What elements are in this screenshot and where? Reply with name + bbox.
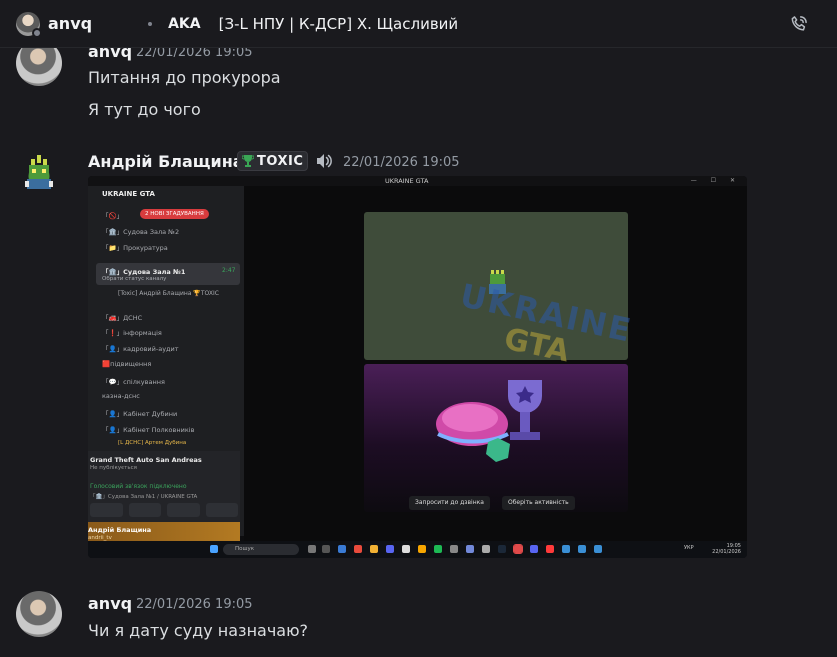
invite-to-call-button: Запросити до дзвінка [409,496,490,510]
voice-status: Голосовий зв'язок підключено [90,483,187,490]
app-icon [370,545,378,553]
app-icon [338,545,346,553]
app-icon [530,545,538,553]
app-icon [450,545,458,553]
taskbar-search: Пошук [223,544,299,555]
header-user-name[interactable]: anvq [48,14,92,33]
system-clock: 19:05 22/01/2026 [712,543,741,555]
message-author[interactable]: anvq [88,594,132,613]
channel-item: 「🚫」 [102,212,124,220]
app-icon [386,545,394,553]
message-text: Питання до прокурора [88,68,281,87]
phone-call-icon[interactable] [789,14,809,34]
channel-item: 「🏛️」Судова Зала №1 [102,268,186,276]
channel-item: 「🏛️」Судова Зала №2 [102,228,180,236]
voice-location: 「🏛️」Судова Зала №1 / UKRAINE GTA [90,494,198,500]
channel-item: 「💬」спілкування [102,378,165,386]
app-icon [402,545,410,553]
app-icon [466,545,474,553]
voice-member: [L ДСНС] Артем Дубина [118,440,187,446]
channel-item: 「👤」Кабінет Дубини [102,410,178,418]
choose-activity-button: Оберіть активність [502,496,575,510]
screen-share-button [128,503,161,517]
speaker-icon [317,154,332,168]
app-icon [546,545,554,553]
window-title: UKRAINE GTA [385,177,429,185]
guild-tag-badge[interactable]: TOXIC [237,151,309,171]
app-icon [418,545,426,553]
guild-tag-text: TOXIC [257,153,304,169]
category-item: 「🚒」ДСНС [102,314,143,322]
camera-button [90,503,123,517]
message-text: Чи я дату суду назначаю? [88,621,309,640]
activity-button [167,503,200,517]
trophy-icon [242,155,254,167]
message-avatar[interactable] [16,151,62,197]
activity-tile [364,364,628,512]
app-icon [513,544,523,554]
clock-date: 22/01/2026 [712,549,741,555]
channel-item: 🟥підвищення [102,360,152,368]
dm-header: anvq AKA [З-L НПУ | К-ДСР] Х. Щасливий [0,0,837,48]
language-indicator: УКР [684,545,694,551]
separator-dot [148,21,153,26]
window-controls: — ☐ ✕ [690,177,741,184]
taskbar: Пошук УКР 19:05 22/01/2026 [88,541,747,558]
app-icon [482,545,490,553]
soundboard-button [205,503,238,517]
start-icon [210,545,218,553]
voice-timer: 2:47 [222,267,236,274]
aka-label: AKA [168,15,201,32]
game-title: Grand Theft Auto San Andreas [90,456,202,464]
aka-nickname: [З-L НПУ | К-ДСР] Х. Щасливий [218,14,459,33]
app-icon [354,545,362,553]
channel-sidebar: UKRAINE GTA 2 НОВІ ЗГАДУВАННЯ 「🚫」 「🏛️」Су… [88,186,244,546]
app-icon [322,545,330,553]
message-timestamp: 22/01/2026 19:05 [136,597,253,612]
channel-item: 「👤」кадровий-аудит [102,345,179,353]
app-icon [578,545,586,553]
voice-member: [Toxic] Андрій Блащина 🏆TOXIC [118,290,219,297]
channel-item: 「❗」інформація [102,329,162,337]
app-icon [594,545,602,553]
channel-item: 「📁」Прокуратура [102,244,168,252]
call-stage: UKRAINE GTA Запросити до дзвінка Оберіть… [244,186,747,542]
app-icon [498,545,506,553]
voice-buttons [90,503,238,517]
message-avatar[interactable] [16,591,62,637]
channel-item: казна-дснс [102,392,140,400]
message-author[interactable]: Андрій Блащина [88,152,244,171]
trophy-turtle-illustration [436,380,542,462]
server-name: UKRAINE GTA [102,190,155,198]
app-icon [562,545,570,553]
new-mentions-pill: 2 НОВІ ЗГАДУВАННЯ [140,209,209,219]
pixel-avatar-icon [25,155,53,189]
window-titlebar: UKRAINE GTA — ☐ ✕ [88,176,747,186]
image-attachment[interactable]: UKRAINE GTA — ☐ ✕ UKRAINE GTA 2 НОВІ ЗГА… [88,176,747,558]
panel-user-name: Андрій Блащина [88,526,152,534]
channel-status: Обрати статус каналу [102,276,167,282]
channel-item: 「👤」Кабінет Полковників [102,426,195,434]
message-timestamp: 22/01/2026 19:05 [343,155,460,170]
header-avatar[interactable] [16,11,42,38]
game-subtitle: Не публікується [90,465,137,471]
status-indicator [32,27,42,38]
message-text: Я тут до чого [88,100,201,119]
task-view-icon [308,545,316,553]
app-icon [434,545,442,553]
